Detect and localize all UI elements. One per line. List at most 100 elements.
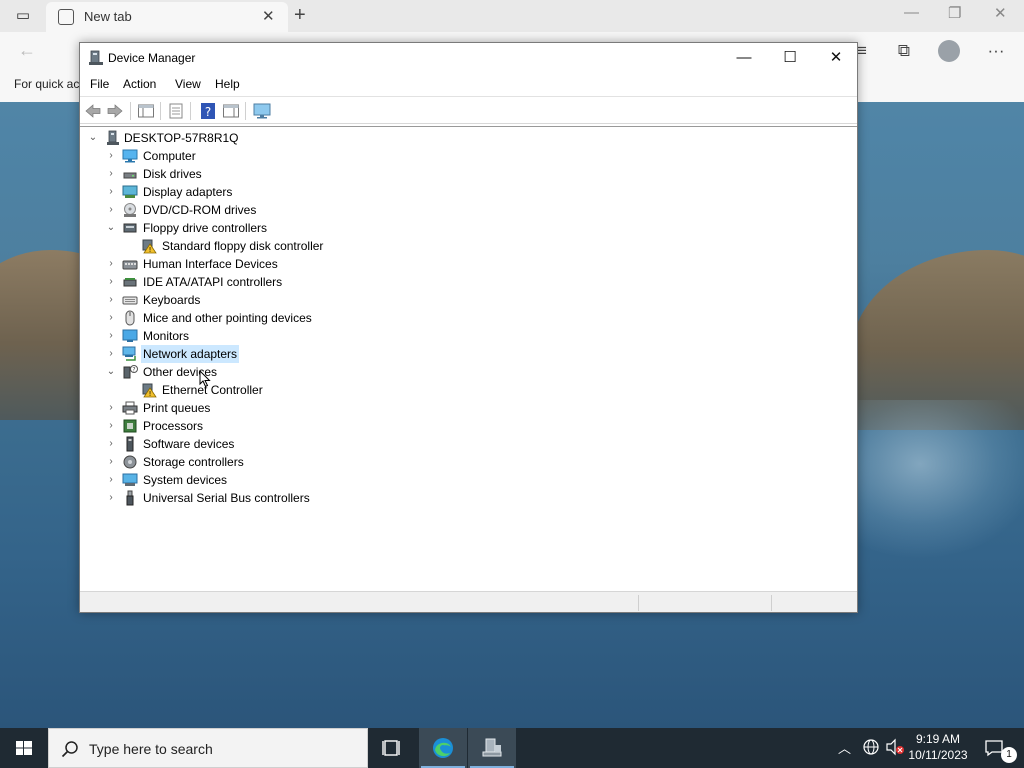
show-hide-console-tree-icon[interactable] bbox=[137, 102, 155, 120]
collapse-chevron-icon[interactable]: ⌄ bbox=[86, 129, 100, 147]
floppy-controller-icon bbox=[123, 223, 137, 233]
tree-item-label: Software devices bbox=[143, 437, 235, 451]
expand-chevron-icon[interactable]: › bbox=[104, 273, 118, 291]
expand-chevron-icon[interactable]: › bbox=[104, 489, 118, 507]
edge-browser-icon bbox=[433, 738, 453, 758]
collections-icon[interactable]: ⧉ bbox=[890, 38, 918, 64]
expand-chevron-icon[interactable]: › bbox=[104, 345, 118, 363]
tree-item-mice-and-other-pointing-devices[interactable]: › Mice and other pointing devices bbox=[80, 309, 480, 327]
mouse-icon bbox=[125, 310, 135, 326]
tree-item-ide-ata-atapi-controllers[interactable]: › IDE ATA/ATAPI controllers bbox=[80, 273, 480, 291]
warning-device-icon: ! bbox=[142, 239, 157, 254]
network-globe-icon[interactable] bbox=[862, 738, 880, 756]
tree-item-label: Ethernet Controller bbox=[162, 383, 263, 397]
tab-actions-icon[interactable]: ▭ bbox=[14, 7, 32, 25]
expand-chevron-icon[interactable]: › bbox=[104, 327, 118, 345]
tree-item-human-interface-devices[interactable]: › Human Interface Devices bbox=[80, 255, 480, 273]
tree-item-label: Print queues bbox=[143, 401, 211, 415]
browser-close-icon[interactable]: ✕ bbox=[994, 4, 1007, 22]
monitor-icon bbox=[122, 329, 138, 342]
tree-item-network-adapters[interactable]: › Network adapters bbox=[80, 345, 480, 363]
properties-icon[interactable] bbox=[167, 102, 185, 120]
tree-item-computer[interactable]: › Computer bbox=[80, 147, 480, 165]
more-options-icon[interactable]: ··· bbox=[982, 38, 1010, 64]
browser-back-icon[interactable]: ← bbox=[18, 40, 36, 61]
storage-controller-icon bbox=[123, 455, 137, 469]
close-button[interactable]: ✕ bbox=[813, 43, 859, 73]
status-pane bbox=[771, 595, 857, 611]
tree-item-display-adapters[interactable]: › Display adapters bbox=[80, 183, 480, 201]
taskbar-device-manager-button[interactable] bbox=[468, 728, 516, 768]
expand-chevron-icon[interactable]: › bbox=[104, 399, 118, 417]
search-placeholder: Type here to search bbox=[89, 741, 213, 757]
scan-hardware-changes-icon[interactable] bbox=[253, 102, 271, 120]
tree-item-label: DVD/CD-ROM drives bbox=[143, 203, 257, 217]
expand-chevron-icon[interactable]: › bbox=[104, 291, 118, 309]
browser-restore-icon[interactable]: ❐ bbox=[948, 4, 961, 22]
show-hidden-icons-chevron-icon[interactable]: ︿ bbox=[838, 738, 851, 757]
tree-item-other-devices[interactable]: ⌄ ? Other devices bbox=[80, 363, 480, 381]
tree-item-label: Keyboards bbox=[143, 293, 201, 307]
action-pane-icon[interactable] bbox=[222, 102, 240, 120]
taskbar-search-box[interactable]: Type here to search bbox=[48, 728, 368, 768]
windows-start-icon[interactable] bbox=[0, 728, 48, 768]
taskbar-edge-button[interactable] bbox=[419, 728, 467, 768]
computer-icon bbox=[122, 149, 138, 163]
tree-item-print-queues[interactable]: › Print queues bbox=[80, 399, 480, 417]
hid-icon bbox=[122, 260, 138, 270]
title-bar[interactable]: Device Manager — ☐ ✕ bbox=[80, 43, 857, 73]
expand-chevron-icon[interactable]: › bbox=[104, 471, 118, 489]
printer-icon bbox=[122, 401, 138, 415]
collapse-chevron-icon[interactable]: ⌄ bbox=[104, 219, 118, 237]
tree-item-disk-drives[interactable]: › Disk drives bbox=[80, 165, 480, 183]
tree-item-monitors[interactable]: › Monitors bbox=[80, 327, 480, 345]
menu-view[interactable]: View bbox=[175, 77, 201, 91]
expand-chevron-icon[interactable]: › bbox=[104, 435, 118, 453]
tree-item-storage-controllers[interactable]: › Storage controllers bbox=[80, 453, 480, 471]
tree-child-ethernet-controller[interactable]: ! Ethernet Controller bbox=[80, 381, 500, 399]
new-tab-plus-icon[interactable]: + bbox=[294, 4, 306, 27]
usb-icon bbox=[126, 490, 134, 506]
mouse-cursor-icon bbox=[199, 370, 211, 388]
task-view-icon[interactable] bbox=[368, 728, 416, 768]
notification-count-badge: 1 bbox=[1001, 747, 1017, 763]
browser-tab-title: New tab bbox=[84, 9, 132, 24]
tree-item-keyboards[interactable]: › Keyboards bbox=[80, 291, 480, 309]
help-icon[interactable]: ? bbox=[199, 102, 217, 120]
volume-muted-icon[interactable] bbox=[885, 738, 905, 756]
browser-minimize-icon[interactable]: — bbox=[904, 4, 919, 21]
expand-chevron-icon[interactable]: › bbox=[104, 453, 118, 471]
maximize-button[interactable]: ☐ bbox=[767, 43, 813, 73]
close-tab-icon[interactable]: ✕ bbox=[262, 7, 275, 25]
tree-item-universal-serial-bus-controllers[interactable]: › Universal Serial Bus controllers bbox=[80, 489, 480, 507]
profile-avatar[interactable] bbox=[938, 40, 960, 62]
menu-help[interactable]: Help bbox=[215, 77, 240, 91]
expand-chevron-icon[interactable]: › bbox=[104, 255, 118, 273]
toolbar-separator bbox=[190, 102, 191, 120]
expand-chevron-icon[interactable]: › bbox=[104, 183, 118, 201]
tree-root-row[interactable]: ⌄ DESKTOP-57R8R1Q bbox=[80, 129, 380, 147]
minimize-button[interactable]: — bbox=[721, 43, 767, 73]
menu-file[interactable]: File bbox=[90, 77, 109, 91]
tree-item-processors[interactable]: › Processors bbox=[80, 417, 480, 435]
forward-arrow-icon[interactable] bbox=[106, 102, 124, 120]
tree-item-label: System devices bbox=[143, 473, 228, 487]
collapse-chevron-icon[interactable]: ⌄ bbox=[104, 363, 118, 381]
device-tree[interactable]: ⌄ DESKTOP-57R8R1Q › Computer › Disk driv… bbox=[80, 126, 857, 588]
notification-center-button[interactable]: 1 bbox=[980, 728, 1024, 768]
back-arrow-icon[interactable] bbox=[84, 102, 102, 120]
tree-item-system-devices[interactable]: › System devices bbox=[80, 471, 480, 489]
tree-item-dvd-cd-rom-drives[interactable]: › DVD/CD-ROM drives bbox=[80, 201, 480, 219]
expand-chevron-icon[interactable]: › bbox=[104, 417, 118, 435]
expand-chevron-icon[interactable]: › bbox=[104, 201, 118, 219]
expand-chevron-icon[interactable]: › bbox=[104, 309, 118, 327]
expand-chevron-icon[interactable]: › bbox=[104, 165, 118, 183]
tree-item-floppy-drive-controllers[interactable]: ⌄ Floppy drive controllers bbox=[80, 219, 480, 237]
expand-chevron-icon[interactable]: › bbox=[104, 147, 118, 165]
taskbar-clock[interactable]: 9:19 AM 10/11/2023 bbox=[904, 731, 972, 763]
status-pane bbox=[638, 595, 771, 611]
browser-tab-new-tab[interactable]: New tab ✕ bbox=[46, 2, 288, 32]
tree-item-software-devices[interactable]: › Software devices bbox=[80, 435, 480, 453]
tree-child-standard-floppy-disk-controller[interactable]: ! Standard floppy disk controller bbox=[80, 237, 500, 255]
menu-action[interactable]: Action bbox=[123, 77, 156, 91]
